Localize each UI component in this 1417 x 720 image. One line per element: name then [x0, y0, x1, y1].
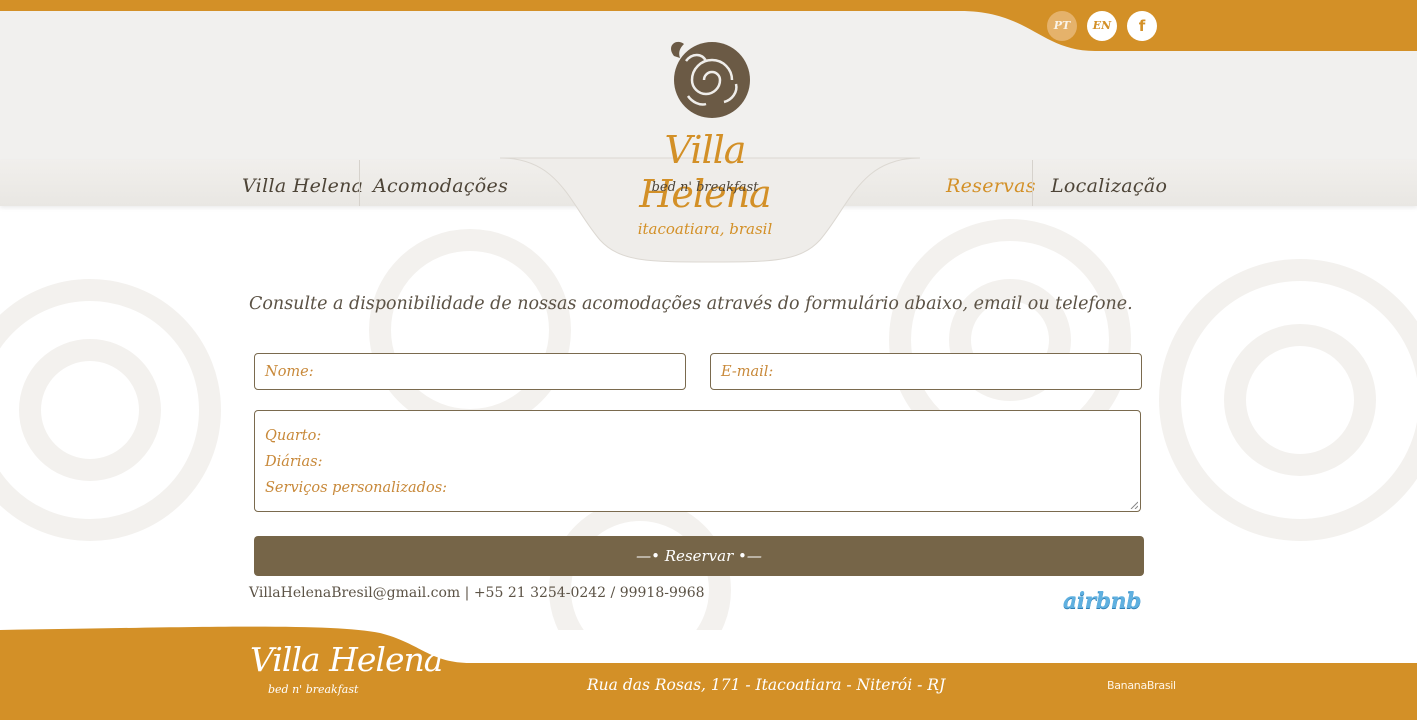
- contact-info: VillaHelenaBresil@gmail.com | +55 21 325…: [249, 585, 705, 601]
- nav-localizacao[interactable]: Localização: [1051, 160, 1167, 206]
- logo-subtitle: bed n' breakfast: [651, 180, 759, 195]
- facebook-icon[interactable]: f: [1127, 11, 1157, 41]
- message-line-quarto: Quarto:: [265, 428, 322, 444]
- resize-grip-icon[interactable]: [1130, 501, 1138, 509]
- airbnb-logo-link[interactable]: airbnb: [1063, 588, 1141, 614]
- contact-separator: |: [460, 585, 474, 601]
- message-line-diarias: Diárias:: [265, 454, 323, 470]
- name-input[interactable]: Nome:: [254, 353, 686, 390]
- nav-acomodacoes[interactable]: Acomodações: [373, 160, 508, 206]
- nav-villa-helena[interactable]: Villa Helena: [242, 160, 363, 206]
- logo-title: Villa Helena: [639, 128, 771, 216]
- nav-divider: [359, 160, 360, 206]
- logo-location: itacoatiara, brasil: [637, 220, 773, 238]
- footer-credit-link[interactable]: BananaBrasil: [1107, 679, 1176, 692]
- lang-pt-button[interactable]: PT: [1047, 11, 1077, 41]
- page-intro: Consulte a disponibilidade de nossas aco…: [249, 294, 1133, 314]
- message-textarea[interactable]: Quarto: Diárias: Serviços personalizados…: [254, 410, 1141, 512]
- email-placeholder: E-mail:: [721, 364, 774, 380]
- nav-reservas[interactable]: Reservas: [946, 160, 1036, 206]
- contact-email-link[interactable]: VillaHelenaBresil@gmail.com: [249, 585, 460, 601]
- site-logo[interactable]: Villa Helena bed n' breakfast itacoatiar…: [600, 30, 820, 245]
- message-line-servicos: Serviços personalizados:: [265, 480, 448, 496]
- nav-divider: [1032, 160, 1033, 206]
- contact-phones: +55 21 3254-0242 / 99918-9968: [473, 585, 705, 601]
- footer-logo-title: Villa Helena: [250, 640, 443, 679]
- footer-band: [0, 626, 1417, 720]
- email-input[interactable]: E-mail:: [710, 353, 1142, 390]
- lang-en-button[interactable]: EN: [1087, 11, 1117, 41]
- swirl-emblem-icon: [671, 41, 750, 118]
- footer-address: Rua das Rosas, 171 - Itacoatiara - Niter…: [587, 676, 946, 694]
- name-placeholder: Nome:: [265, 364, 314, 380]
- reservar-button[interactable]: —• Reservar •—: [254, 536, 1144, 576]
- footer-logo-subtitle: bed n' breakfast: [268, 683, 359, 696]
